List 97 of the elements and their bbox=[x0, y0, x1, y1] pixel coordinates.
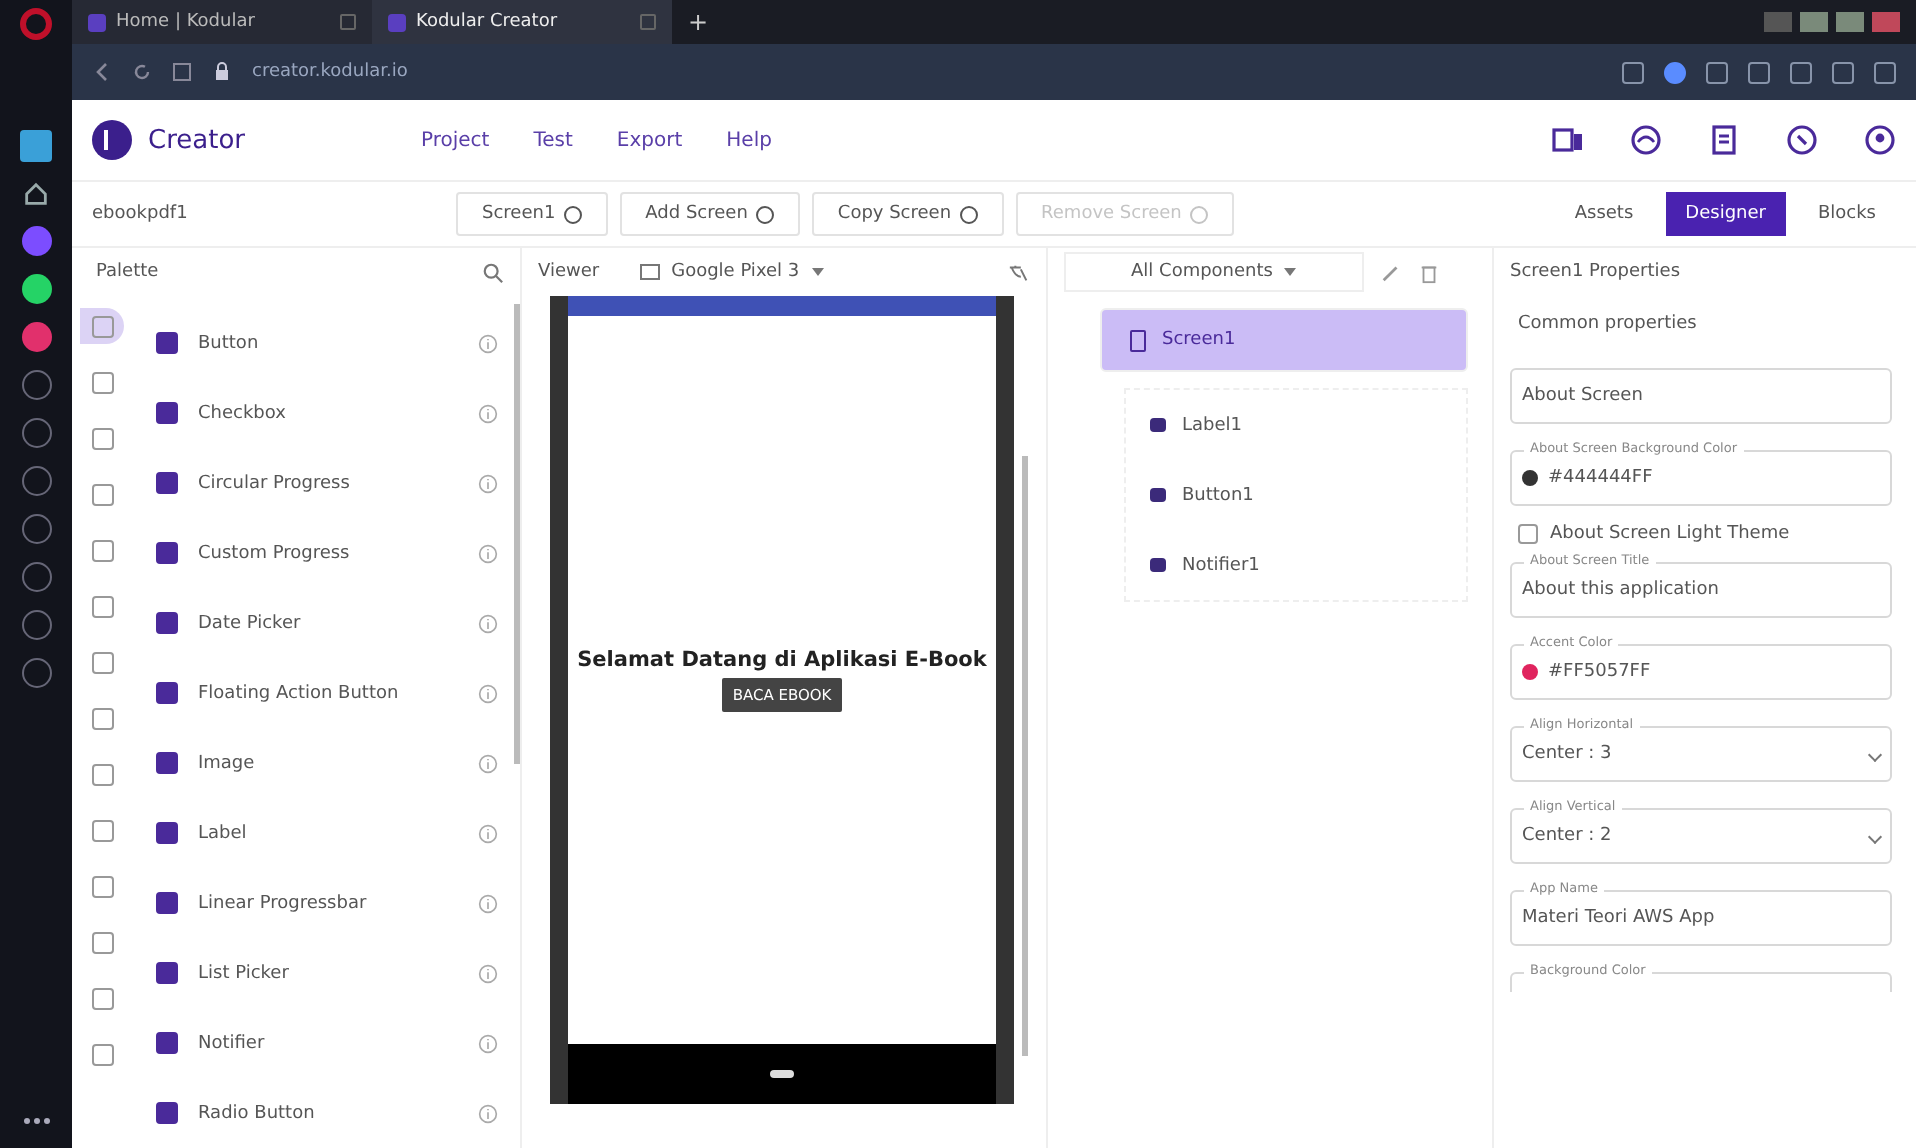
component-icon bbox=[156, 962, 178, 984]
view-tab[interactable]: Designer bbox=[1665, 192, 1786, 236]
address-field[interactable]: creator.kodular.io bbox=[252, 62, 408, 82]
info-icon[interactable] bbox=[478, 893, 498, 913]
component-icon bbox=[156, 612, 178, 634]
component-icon bbox=[156, 402, 178, 424]
section-header[interactable]: Common properties bbox=[1510, 296, 1892, 352]
palette-item[interactable]: Date Picker bbox=[198, 613, 458, 633]
palette-item[interactable]: Circular Progress bbox=[198, 473, 458, 493]
browser-logo-icon[interactable] bbox=[20, 8, 52, 40]
palette-item[interactable]: Label bbox=[198, 823, 458, 843]
more-icon[interactable] bbox=[23, 1118, 49, 1124]
scrollbar[interactable] bbox=[514, 304, 520, 764]
info-icon[interactable] bbox=[478, 543, 498, 563]
toolbar-button[interactable]: Add Screen bbox=[619, 192, 800, 236]
info-icon[interactable] bbox=[478, 613, 498, 633]
component-icon bbox=[156, 472, 178, 494]
component-icon bbox=[156, 332, 178, 354]
info-icon[interactable] bbox=[478, 1103, 498, 1123]
component-icon bbox=[156, 752, 178, 774]
palette-item[interactable]: Notifier bbox=[198, 1033, 458, 1053]
extension-icon[interactable] bbox=[1622, 61, 1644, 83]
toolbar-button[interactable]: Copy Screen bbox=[811, 192, 1004, 236]
menu-item[interactable]: Project bbox=[421, 129, 490, 151]
screen-dropdown[interactable]: Screen1 bbox=[456, 192, 608, 236]
info-icon[interactable] bbox=[478, 683, 498, 703]
menu-item[interactable]: Help bbox=[726, 129, 772, 151]
field-value: About Screen bbox=[1522, 386, 1643, 406]
extension-icon[interactable] bbox=[1748, 61, 1770, 83]
palette-item[interactable]: Linear Progressbar bbox=[198, 893, 458, 913]
palette-item[interactable]: Button bbox=[198, 333, 458, 353]
lock-icon bbox=[212, 62, 232, 82]
extension-icon[interactable] bbox=[1790, 61, 1812, 83]
reload-icon[interactable] bbox=[132, 62, 152, 82]
pencil-icon[interactable] bbox=[1380, 261, 1402, 283]
component-icon bbox=[156, 1102, 178, 1124]
menu-item[interactable]: Export bbox=[616, 129, 683, 151]
property-field[interactable]: About Screen bbox=[1510, 368, 1892, 424]
panel-title: Palette bbox=[96, 262, 159, 282]
checkbox-label: About Screen Light Theme bbox=[1550, 524, 1790, 544]
trash-icon[interactable] bbox=[1418, 261, 1440, 283]
info-icon[interactable] bbox=[478, 753, 498, 773]
device-dropdown[interactable]: Google Pixel 3 bbox=[627, 260, 836, 284]
palette-item[interactable]: Checkbox bbox=[198, 403, 458, 423]
project-name: ebookpdf1 bbox=[92, 204, 190, 224]
field-value: #444444FF bbox=[1548, 468, 1653, 488]
palette-item[interactable]: Floating Action Button bbox=[198, 683, 458, 703]
palette-item[interactable]: Custom Progress bbox=[198, 543, 458, 563]
tree-item[interactable]: Label1 bbox=[1126, 390, 1466, 460]
component-icon bbox=[156, 822, 178, 844]
component-icon bbox=[156, 892, 178, 914]
components-dropdown[interactable]: All Components bbox=[1064, 252, 1364, 292]
component-icon bbox=[156, 1032, 178, 1054]
phone-screen-icon[interactable] bbox=[1552, 124, 1584, 156]
info-icon[interactable] bbox=[478, 823, 498, 843]
back-icon[interactable] bbox=[92, 62, 112, 82]
grid-icon[interactable] bbox=[172, 62, 192, 82]
welcome-label: Selamat Datang di Aplikasi E-Book bbox=[577, 648, 987, 672]
component-icon bbox=[156, 682, 178, 704]
extension-icon[interactable] bbox=[1706, 61, 1728, 83]
info-icon[interactable] bbox=[478, 963, 498, 983]
home-icon[interactable] bbox=[22, 180, 50, 208]
browser-tab[interactable]: Home | Kodular bbox=[72, 0, 372, 44]
scrollbar[interactable] bbox=[1022, 456, 1028, 1056]
circle-icon[interactable] bbox=[21, 274, 51, 304]
checkbox[interactable] bbox=[1518, 524, 1538, 544]
field-value: #FF5057FF bbox=[1548, 662, 1651, 682]
browser-tab[interactable]: Kodular Creator bbox=[372, 0, 672, 44]
circle-icon[interactable] bbox=[21, 322, 51, 352]
palette-item[interactable]: List Picker bbox=[198, 963, 458, 983]
logo-text: Creator bbox=[148, 125, 245, 155]
account-icon[interactable] bbox=[1864, 124, 1896, 156]
document-icon[interactable] bbox=[1708, 124, 1740, 156]
extension-icon[interactable] bbox=[1664, 61, 1686, 83]
new-tab-button[interactable]: + bbox=[672, 8, 725, 36]
tree-item[interactable]: Notifier1 bbox=[1126, 530, 1466, 600]
extension-icon[interactable] bbox=[1832, 61, 1854, 83]
field-value: Center : 3 bbox=[1522, 744, 1612, 764]
field-value: Center : 2 bbox=[1522, 826, 1612, 846]
info-icon[interactable] bbox=[478, 333, 498, 353]
tree-item[interactable]: Screen1 bbox=[1100, 308, 1468, 372]
info-icon[interactable] bbox=[478, 1033, 498, 1053]
extension-icon[interactable] bbox=[1874, 61, 1896, 83]
tree-item[interactable]: Button1 bbox=[1126, 460, 1466, 530]
logo-icon bbox=[92, 120, 132, 160]
menu-item[interactable]: Test bbox=[533, 129, 573, 151]
panel-title: Screen1 Properties bbox=[1510, 260, 1683, 286]
viewer-label: Viewer bbox=[538, 262, 600, 282]
palette-item[interactable]: Image bbox=[198, 753, 458, 773]
field-value: Materi Teori AWS App bbox=[1522, 908, 1715, 928]
component-icon bbox=[156, 542, 178, 564]
info-icon[interactable] bbox=[478, 403, 498, 423]
circle-icon[interactable] bbox=[1786, 124, 1818, 156]
field-value: About this application bbox=[1522, 580, 1719, 600]
palette-item[interactable]: Radio Button bbox=[198, 1103, 458, 1123]
info-icon[interactable] bbox=[478, 473, 498, 493]
category-tab[interactable] bbox=[80, 308, 124, 344]
